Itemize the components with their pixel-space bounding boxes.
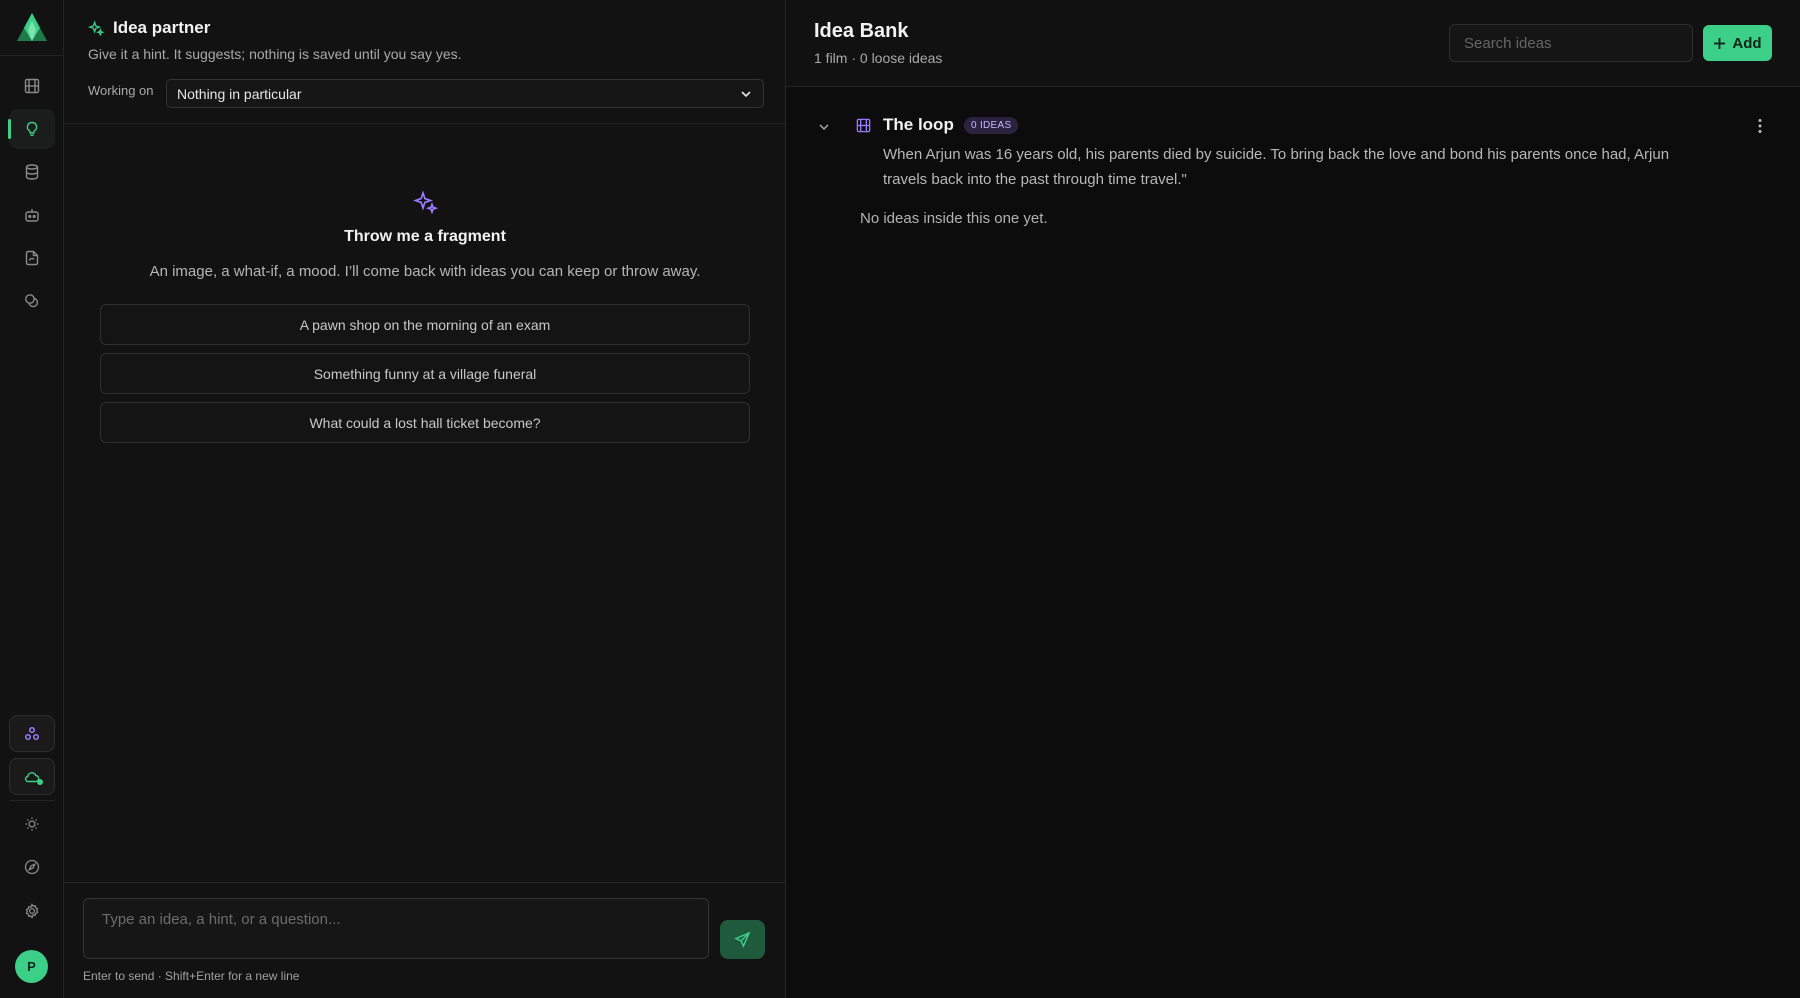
lightbulb-icon <box>26 121 38 136</box>
more-options-icon[interactable] <box>1752 117 1768 135</box>
rail-explore-button[interactable] <box>9 847 55 887</box>
suggestion-chip[interactable]: A pawn shop on the morning of an exam <box>100 304 750 345</box>
rail-files-button[interactable] <box>9 238 55 278</box>
film-empty-text: No ideas inside this one yet. <box>860 210 1048 227</box>
rail-database-button[interactable] <box>9 152 55 192</box>
sparkle-icon <box>413 190 439 215</box>
empty-state-title: Throw me a fragment <box>344 228 506 245</box>
plus-icon <box>1714 37 1726 49</box>
gear-icon <box>25 903 39 919</box>
idea-bank-header: Idea Bank 1 film · 0 loose ideas Search … <box>786 0 1800 87</box>
idea-partner-panel: Idea partner Give it a hint. It suggests… <box>64 0 786 998</box>
empty-state-subtitle: An image, a what-if, a mood. I’ll come b… <box>149 263 701 280</box>
composer-area: Type an idea, a hint, or a question... E… <box>64 882 786 998</box>
idea-bank-summary: 1 film · 0 loose ideas <box>814 50 943 66</box>
compass-icon <box>24 859 40 875</box>
rail-budget-button[interactable] <box>9 281 55 321</box>
left-rail: P <box>0 0 64 998</box>
search-input[interactable]: Search ideas <box>1449 24 1693 62</box>
rail-films-button[interactable] <box>9 66 55 106</box>
app-logo[interactable] <box>16 12 48 42</box>
panel-title: Idea partner <box>113 18 211 37</box>
rail-network-button[interactable] <box>9 715 55 752</box>
working-on-value: Nothing in particular <box>177 85 302 102</box>
rail-cloud-button[interactable] <box>9 758 55 795</box>
composer-hint: Enter to send · Shift+Enter for a new li… <box>83 969 300 983</box>
send-icon <box>734 931 751 948</box>
suggestion-chip[interactable]: What could a lost hall ticket become? <box>100 402 750 443</box>
film-logline: When Arjun was 16 years old, his parents… <box>883 146 1670 188</box>
rail-divider <box>0 55 63 56</box>
chevron-down-icon <box>741 90 751 97</box>
film-title[interactable]: The loop <box>883 115 954 135</box>
file-sync-icon <box>25 250 39 266</box>
idea-partner-header: Idea partner Give it a hint. It suggests… <box>64 0 786 124</box>
add-button-label: Add <box>1732 34 1762 52</box>
coins-icon <box>25 294 39 308</box>
panel-title-row: Idea partner <box>88 18 210 38</box>
idea-bank-panel: Idea Bank 1 film · 0 loose ideas Search … <box>786 0 1800 998</box>
panel-subtitle: Give it a hint. It suggests; nothing is … <box>88 46 462 62</box>
network-icon <box>24 726 40 740</box>
sparkle-icon <box>88 19 105 36</box>
rail-assistant-button[interactable] <box>9 195 55 235</box>
robot-icon <box>25 209 39 222</box>
chevron-down-icon[interactable] <box>816 119 832 135</box>
working-on-label: Working on <box>88 83 154 98</box>
rail-divider <box>10 800 54 801</box>
avatar[interactable]: P <box>15 950 48 983</box>
database-icon <box>25 164 39 180</box>
page-title: Idea Bank <box>814 20 909 42</box>
film-icon <box>856 118 871 133</box>
sun-icon <box>25 817 39 831</box>
film-icon <box>24 78 40 94</box>
send-button[interactable] <box>720 920 765 959</box>
rail-ideas-button[interactable] <box>8 109 55 149</box>
ideas-count-badge: 0 IDEAS <box>964 117 1019 134</box>
working-on-select[interactable]: Nothing in particular <box>166 79 764 108</box>
sync-status-dot <box>37 779 43 785</box>
rail-theme-button[interactable] <box>9 804 55 844</box>
suggestion-chip[interactable]: Something funny at a village funeral <box>100 353 750 394</box>
rail-settings-button[interactable] <box>9 891 55 931</box>
message-input[interactable]: Type an idea, a hint, or a question... <box>83 898 709 959</box>
add-button[interactable]: Add <box>1703 25 1772 61</box>
